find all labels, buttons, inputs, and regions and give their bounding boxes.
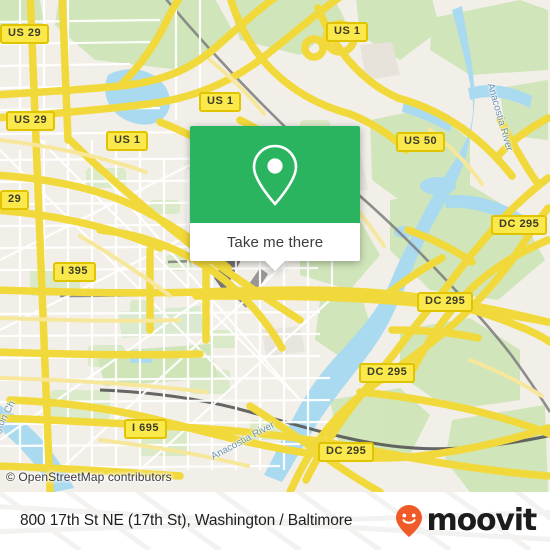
highway-shield: US 1 [199,92,242,112]
moovit-pin-smiley-icon [395,505,422,537]
map-pin-icon [252,144,298,206]
highway-shield: I 395 [53,262,96,282]
highway-shield: DC 295 [417,292,474,312]
highway-shield: DC 295 [359,363,416,383]
highway-shield: US 1 [106,131,149,151]
footer-bar: 800 17th St NE (17th St), Washington / B… [0,492,550,550]
location-title: 800 17th St NE (17th St), Washington / B… [20,512,353,529]
highway-shield: 29 [0,190,30,210]
moovit-brand[interactable]: moovit [394,503,538,538]
highway-shield: US 50 [396,132,446,152]
highway-shield: DC 295 [318,442,375,462]
moovit-map-screenshot: US 29 US 29 29 US 1 US 1 US 1 US 50 DC 295 DC 29… [0,0,550,550]
highway-shield: DC 295 [491,215,548,235]
take-me-there-label: Take me there [226,233,324,251]
popup-image-area [190,126,360,223]
popup-cta-bar[interactable]: Take me there [190,223,360,271]
osm-attribution[interactable]: © OpenStreetMap contributors [0,470,172,484]
highway-shield: I 695 [124,419,167,439]
highway-shield: US 29 [6,111,56,131]
moovit-wordmark: moovit [426,503,538,538]
highway-shield: US 1 [326,22,369,42]
map-popup-card[interactable]: Take me there [190,126,360,271]
highway-shield: US 29 [0,24,50,44]
popup-pointer-tail [265,261,285,271]
